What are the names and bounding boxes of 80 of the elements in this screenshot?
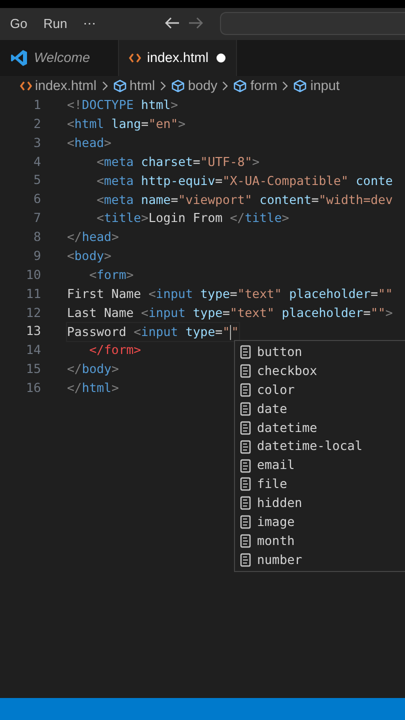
line-number: 13 bbox=[24, 322, 41, 340]
breadcrumb-item[interactable]: form bbox=[233, 76, 278, 96]
code-line: <meta http-equiv="X-UA-Compatible" conte bbox=[96, 172, 393, 190]
document-icon bbox=[240, 515, 251, 530]
suggestion-item[interactable]: checkbox bbox=[235, 362, 405, 381]
line-number: 11 bbox=[24, 284, 41, 303]
menu-item[interactable]: Go bbox=[10, 14, 36, 34]
document-icon bbox=[240, 383, 251, 398]
code-line: <form> bbox=[88, 266, 134, 284]
menu-item[interactable]: Run bbox=[43, 14, 76, 34]
document-icon bbox=[240, 402, 251, 416]
code-line: <body> bbox=[67, 248, 112, 266]
code-line: </body> bbox=[67, 361, 119, 378]
document-icon bbox=[240, 420, 251, 435]
line-number: 7 bbox=[32, 209, 41, 228]
code-line: </html> bbox=[67, 380, 119, 398]
code-line: <html lang="en"> bbox=[67, 116, 186, 134]
line-number: 3 bbox=[32, 134, 41, 152]
document-icon bbox=[240, 534, 251, 548]
code-icon bbox=[20, 81, 32, 91]
arrow-right-icon bbox=[188, 16, 204, 30]
breadcrumb-item[interactable]: html bbox=[112, 76, 156, 96]
line-number: 14 bbox=[24, 341, 41, 360]
code-line: First Name <input type="text" placeholder="" bbox=[67, 286, 393, 303]
code-line: Last Name <input type="text" placeholder=""> bbox=[67, 304, 393, 322]
suggestion-item[interactable]: date bbox=[235, 400, 405, 418]
suggestion-item[interactable]: hidden bbox=[235, 494, 405, 513]
line-number: 16 bbox=[24, 378, 41, 397]
cube-icon bbox=[171, 79, 186, 93]
line-number: 6 bbox=[32, 190, 41, 208]
search-field[interactable] bbox=[220, 12, 405, 35]
suggestion-item[interactable]: image bbox=[235, 512, 405, 532]
suggestion-item[interactable]: datetime-local bbox=[235, 437, 405, 456]
breadcrumb-item[interactable]: body bbox=[171, 76, 218, 96]
document-icon bbox=[240, 440, 251, 454]
line-number: 15 bbox=[24, 360, 41, 378]
line-number: 4 bbox=[32, 152, 41, 171]
document-icon bbox=[240, 458, 251, 473]
arrow-left-icon bbox=[164, 16, 180, 30]
code-line: </head> bbox=[67, 229, 119, 246]
line-number: 9 bbox=[32, 246, 41, 265]
code-line: <meta name="viewport" content="width=dev bbox=[96, 192, 393, 208]
editor-tab[interactable]: index.html bbox=[119, 40, 237, 76]
chevron-icon bbox=[159, 81, 168, 91]
suggestion-item[interactable]: month bbox=[235, 532, 405, 550]
suggestion-item[interactable]: file bbox=[235, 475, 405, 494]
chevron-icon bbox=[100, 81, 109, 91]
suggestion-item[interactable]: email bbox=[235, 456, 405, 476]
document-icon bbox=[240, 364, 251, 378]
cube-icon bbox=[293, 79, 308, 93]
line-number: 1 bbox=[32, 96, 41, 114]
suggestion-item[interactable]: datetime bbox=[235, 418, 405, 438]
line-number: 2 bbox=[32, 114, 41, 133]
cube-icon bbox=[112, 79, 127, 93]
code-line: <meta charset="UTF-8"> bbox=[96, 154, 260, 171]
document-icon bbox=[240, 552, 251, 567]
code-line: </form> bbox=[88, 342, 142, 360]
chevron-icon bbox=[281, 81, 290, 91]
cube-icon bbox=[233, 79, 248, 93]
document-icon bbox=[240, 477, 251, 492]
document-icon bbox=[240, 345, 251, 360]
logo-icon bbox=[10, 49, 28, 67]
code-line: <!DOCTYPE html> bbox=[67, 97, 178, 114]
line-number: 5 bbox=[32, 171, 41, 190]
line-number: 10 bbox=[24, 266, 41, 284]
code-line: <head> bbox=[67, 134, 112, 152]
line-number: 8 bbox=[32, 228, 41, 246]
code-line: <title>Login From </title> bbox=[96, 210, 290, 228]
menu-item[interactable]: ⋯ bbox=[83, 14, 104, 34]
chevron-icon bbox=[221, 81, 230, 91]
line-number: 12 bbox=[24, 304, 41, 322]
suggestion-item[interactable]: button bbox=[235, 343, 405, 362]
suggestion-item[interactable]: color bbox=[235, 380, 405, 400]
unsaved-dot-icon bbox=[214, 52, 227, 64]
code-line: Password <input type="" bbox=[67, 322, 239, 341]
code-icon bbox=[129, 53, 141, 63]
suggestion-item[interactable]: number bbox=[235, 550, 405, 570]
breadcrumb-item[interactable]: index.html bbox=[20, 76, 97, 96]
document-icon bbox=[240, 496, 251, 510]
breadcrumb-item[interactable]: input bbox=[293, 76, 340, 96]
